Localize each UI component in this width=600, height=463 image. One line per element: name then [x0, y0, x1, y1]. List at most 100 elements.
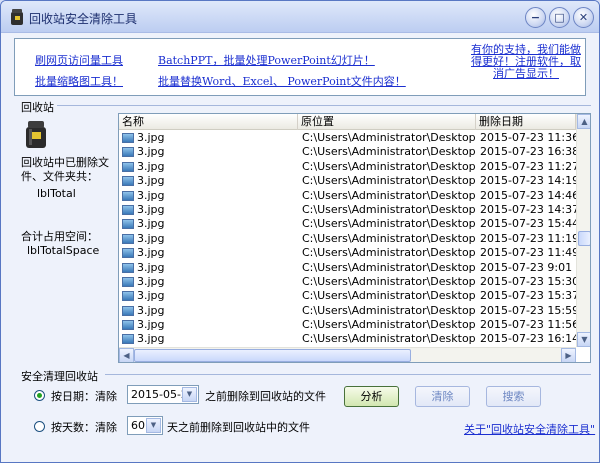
table-row[interactable]: 3.jpg C:\Users\Administrator\Desktop 2015-…: [119, 303, 580, 318]
scroll-right-icon[interactable]: ▶: [561, 348, 576, 362]
date-dropdown-icon[interactable]: ▼: [182, 387, 197, 402]
image-file-icon: [122, 147, 134, 158]
close-button[interactable]: ✕: [573, 7, 594, 28]
image-file-icon: [122, 334, 134, 345]
minimize-button[interactable]: −: [525, 7, 546, 28]
original-location: C:\Users\Administrator\Desktop: [302, 145, 476, 159]
image-file-icon: [122, 233, 134, 244]
list-rows: 3.jpg C:\Users\Administrator\Desktop 2015-…: [119, 131, 580, 347]
table-row[interactable]: 3.jpg C:\Users\Administrator\Desktop 2015-…: [119, 217, 580, 231]
scroll-left-icon[interactable]: ◀: [119, 348, 134, 362]
table-row[interactable]: 3.jpg C:\Users\Administrator\Desktop 2015-…: [119, 246, 580, 260]
delete-date: 2015-07-23 14:19: [480, 174, 580, 188]
column-header-name[interactable]: 名称: [119, 114, 298, 130]
delete-date: 2015-07-23 11:19: [480, 231, 580, 245]
original-location: C:\Users\Administrator\Desktop: [302, 260, 476, 274]
analyze-button[interactable]: 分析: [344, 386, 399, 407]
by-date-suffix: 之前删除到回收站的文件: [205, 390, 326, 403]
original-location: C:\Users\Administrator\Desktop: [302, 231, 476, 245]
image-file-icon: [122, 291, 134, 302]
space-label: 合计占用空间：: [21, 230, 98, 243]
link-batch-replace[interactable]: 批量替换Word、Excel、 PowerPoint文件内容！: [158, 73, 406, 89]
file-name: 3.jpg: [137, 332, 165, 346]
trash-can-icon: [11, 9, 23, 25]
table-row[interactable]: 3.jpg C:\Users\Administrator\Desktop 2015-…: [119, 274, 579, 289]
file-name: 3.jpg: [137, 131, 165, 144]
table-row[interactable]: 3.jpg C:\Users\Administrator\Desktop 2015-…: [119, 332, 579, 346]
table-row[interactable]: 3.jpg C:\Users\Administrator\Desktop 2015-…: [119, 202, 580, 217]
scroll-down-icon[interactable]: ▼: [577, 332, 590, 347]
image-file-icon: [122, 262, 134, 273]
table-row[interactable]: 3.jpg C:\Users\Administrator\Desktop 2015-…: [119, 131, 579, 145]
table-row[interactable]: 3.jpg C:\Users\Administrator\Desktop 2015-…: [119, 159, 579, 174]
vertical-scrollbar[interactable]: ▲ ▼: [576, 114, 590, 347]
image-file-icon: [122, 204, 134, 215]
file-name: 3.jpg: [137, 274, 165, 288]
about-link[interactable]: 关于"回收站安全清除工具": [464, 421, 595, 437]
table-row[interactable]: 3.jpg C:\Users\Administrator\Desktop 2015-…: [119, 145, 580, 159]
horizontal-scrollbar[interactable]: ◀ ▶: [119, 347, 576, 362]
file-name: 3.jpg: [137, 303, 165, 317]
by-date-label: 按日期：清除: [51, 390, 117, 403]
link-batch-thumbnail[interactable]: 批量缩略图工具！: [35, 73, 123, 89]
search-button[interactable]: 搜索: [486, 386, 541, 407]
delete-date: 2015-07-23 11:56: [480, 318, 580, 332]
file-name: 3.jpg: [137, 202, 165, 216]
table-row[interactable]: 3.jpg C:\Users\Administrator\Desktop 2015-…: [119, 318, 580, 332]
image-file-icon: [122, 219, 134, 230]
file-name: 3.jpg: [137, 217, 165, 231]
maximize-button[interactable]: □: [549, 7, 570, 28]
link-page-visits-tool[interactable]: 刷网页访问量工具: [35, 52, 123, 68]
column-header-location[interactable]: 原位置: [298, 114, 476, 130]
original-location: C:\Users\Administrator\Desktop: [302, 303, 476, 317]
days-spin-icon[interactable]: ▼: [146, 418, 161, 433]
recycle-group-line: [57, 105, 591, 106]
file-name: 3.jpg: [137, 188, 165, 202]
original-location: C:\Users\Administrator\Desktop: [302, 274, 476, 288]
table-row[interactable]: 3.jpg C:\Users\Administrator\Desktop 2015-…: [119, 261, 576, 275]
delete-date: 2015-07-23 11:49: [480, 246, 580, 260]
clear-button[interactable]: 清除: [415, 386, 470, 407]
delete-date: 2015-07-23 16:38: [480, 145, 580, 159]
column-header-date[interactable]: 删除日期: [476, 114, 576, 130]
table-row[interactable]: 3.jpg C:\Users\Administrator\Desktop 2015-…: [119, 188, 580, 203]
table-row[interactable]: 3.jpg C:\Users\Administrator\Desktop 2015-…: [119, 289, 580, 303]
original-location: C:\Users\Administrator\Desktop: [302, 159, 476, 173]
original-location: C:\Users\Administrator\Desktop: [302, 188, 476, 202]
deleted-count-label: 回收站中已删除文件、文件夹共：: [21, 156, 109, 183]
scroll-up-icon[interactable]: ▲: [577, 114, 590, 129]
main-window: 回收站安全清除工具 − □ ✕ 刷网页访问量工具 BatchPPT，批量处理Po…: [0, 0, 600, 463]
table-row[interactable]: 3.jpg C:\Users\Administrator\Desktop 2015-…: [119, 231, 580, 246]
delete-date: 2015-07-23 14:46: [480, 188, 580, 202]
link-batchppt[interactable]: BatchPPT，批量处理PowerPoint幻灯片！: [158, 52, 375, 68]
by-days-suffix: 天之前删除到回收站中的文件: [167, 421, 310, 434]
delete-date: 2015-07-23 15:37: [480, 289, 580, 303]
horizontal-scroll-thumb[interactable]: [134, 349, 411, 362]
link-register[interactable]: 有你的支持，我们能做得更好！注册软件，取消广告显示！: [470, 44, 582, 80]
original-location: C:\Users\Administrator\Desktop: [302, 217, 476, 231]
original-location: C:\Users\Administrator\Desktop: [302, 202, 476, 216]
total-count-value: lblTotal: [37, 187, 76, 200]
delete-date: 2015-07-23 15:59: [480, 303, 580, 317]
image-file-icon: [122, 248, 134, 259]
original-location: C:\Users\Administrator\Desktop: [302, 174, 476, 188]
delete-date: 2015-07-23 15:44: [480, 217, 580, 231]
by-days-radio[interactable]: [34, 421, 45, 432]
image-file-icon: [122, 176, 134, 187]
image-file-icon: [122, 305, 134, 316]
image-file-icon: [122, 276, 134, 287]
original-location: C:\Users\Administrator\Desktop: [302, 246, 476, 260]
delete-date: 2015-07-23 14:37: [480, 202, 580, 216]
file-name: 3.jpg: [137, 231, 165, 245]
vertical-scroll-thumb[interactable]: [578, 231, 590, 246]
file-name: 3.jpg: [137, 318, 165, 332]
by-date-radio[interactable]: [34, 390, 45, 401]
original-location: C:\Users\Administrator\Desktop: [302, 318, 476, 332]
table-row[interactable]: 3.jpg C:\Users\Administrator\Desktop 2015-…: [119, 174, 580, 188]
title-bar[interactable]: 回收站安全清除工具 − □ ✕: [1, 1, 599, 33]
days-stepper[interactable]: 60 ▼: [127, 416, 163, 435]
date-picker[interactable]: 2015-05-24 ▼: [127, 385, 199, 404]
original-location: C:\Users\Administrator\Desktop: [302, 131, 476, 144]
deleted-files-list[interactable]: 名称 原位置 删除日期 3.jpg C:\Users\Administrator\…: [118, 113, 591, 363]
image-file-icon: [122, 161, 134, 172]
